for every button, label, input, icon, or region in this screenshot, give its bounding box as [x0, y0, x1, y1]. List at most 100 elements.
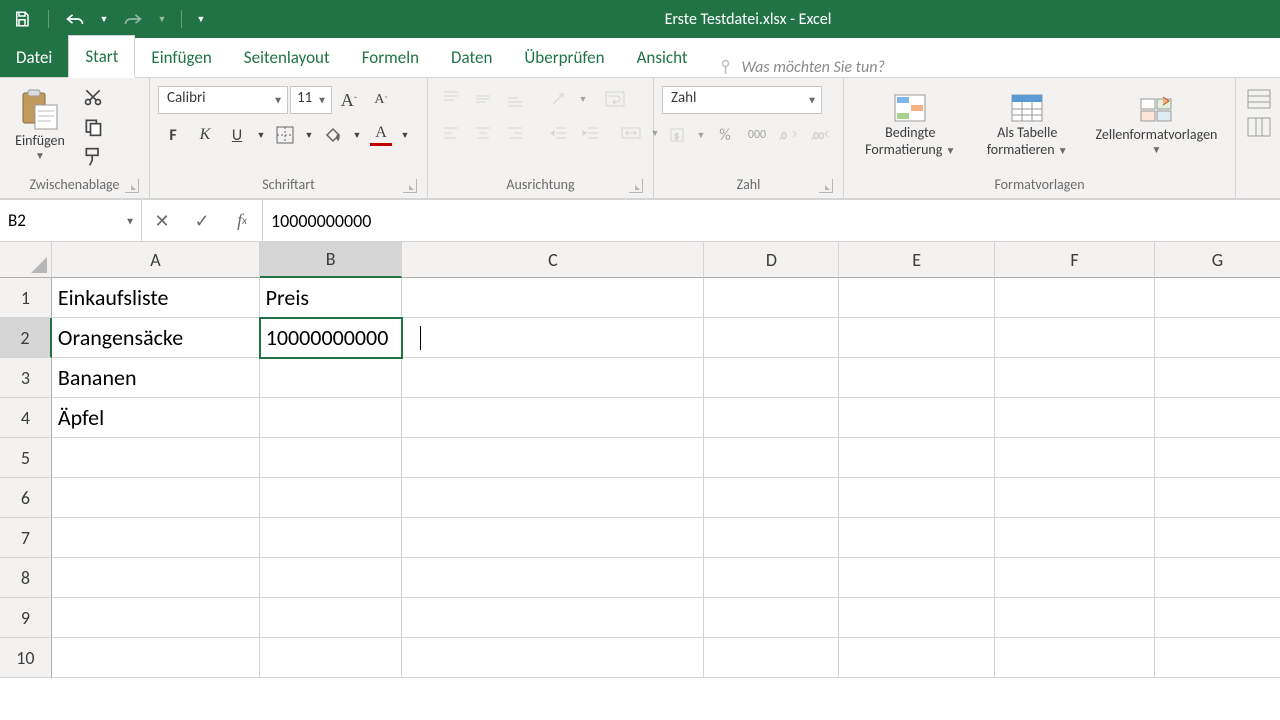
- font-size-combo[interactable]: 11▼: [290, 86, 332, 114]
- percent-button[interactable]: %: [710, 122, 740, 148]
- cell-A6[interactable]: [52, 478, 260, 518]
- cell-D4[interactable]: [704, 398, 839, 438]
- cell-G9[interactable]: [1155, 598, 1280, 638]
- col-header-F[interactable]: F: [995, 242, 1155, 278]
- number-dialog-launcher[interactable]: [819, 179, 833, 193]
- cell-C9[interactable]: [402, 598, 704, 638]
- tab-home[interactable]: Start: [68, 35, 135, 78]
- cell-F1[interactable]: [995, 278, 1155, 318]
- orientation-menu[interactable]: ▼: [576, 86, 590, 112]
- tab-view[interactable]: Ansicht: [621, 37, 704, 77]
- cell-F4[interactable]: [995, 398, 1155, 438]
- font-dialog-launcher[interactable]: [403, 179, 417, 193]
- cell-E5[interactable]: [839, 438, 995, 478]
- borders-button[interactable]: [270, 122, 300, 148]
- orientation-button[interactable]: [544, 86, 574, 112]
- fill-color-button[interactable]: [318, 122, 348, 148]
- tab-insert[interactable]: Einfügen: [135, 37, 227, 77]
- cancel-edit-button[interactable]: ✕: [142, 200, 182, 241]
- cell-A5[interactable]: [52, 438, 260, 478]
- cell-C6[interactable]: [402, 478, 704, 518]
- tab-page-layout[interactable]: Seitenlayout: [228, 37, 346, 77]
- cell-A4[interactable]: Äpfel: [52, 398, 260, 438]
- font-color-button[interactable]: A: [366, 122, 396, 148]
- row-header-5[interactable]: 5: [0, 438, 52, 478]
- cell-C1[interactable]: [402, 278, 704, 318]
- cell-D10[interactable]: [704, 638, 839, 678]
- cell-E4[interactable]: [839, 398, 995, 438]
- align-top-button[interactable]: [436, 86, 466, 112]
- clipboard-dialog-launcher[interactable]: [125, 179, 139, 193]
- bold-button[interactable]: F: [158, 122, 188, 148]
- cell-C4[interactable]: [402, 398, 704, 438]
- cell-B8[interactable]: [260, 558, 403, 598]
- cell-C10[interactable]: [402, 638, 704, 678]
- insert-function-button[interactable]: fx: [222, 200, 262, 241]
- cell-E10[interactable]: [839, 638, 995, 678]
- formula-input[interactable]: [271, 210, 1272, 232]
- cell-A9[interactable]: [52, 598, 260, 638]
- cell-B5[interactable]: [260, 438, 403, 478]
- paste-button[interactable]: Einfügen ▼: [8, 82, 72, 168]
- cell-D8[interactable]: [704, 558, 839, 598]
- font-name-combo[interactable]: Calibri▼: [158, 86, 288, 114]
- cell-B3[interactable]: [260, 358, 403, 398]
- cell-D7[interactable]: [704, 518, 839, 558]
- row-header-7[interactable]: 7: [0, 518, 52, 558]
- undo-menu[interactable]: ▼: [97, 5, 111, 33]
- cell-G8[interactable]: [1155, 558, 1280, 598]
- tab-file[interactable]: Datei: [0, 37, 68, 77]
- cell-C5[interactable]: [402, 438, 704, 478]
- cell-E8[interactable]: [839, 558, 995, 598]
- align-center-button[interactable]: [468, 120, 498, 146]
- tell-me-search[interactable]: Was möchten Sie tun?: [704, 58, 899, 77]
- cell-E1[interactable]: [839, 278, 995, 318]
- cell-F10[interactable]: [995, 638, 1155, 678]
- tab-review[interactable]: Überprüfen: [508, 37, 620, 77]
- format-as-table-button[interactable]: Als Tabelle formatieren ▼: [975, 82, 1080, 168]
- cell-F3[interactable]: [995, 358, 1155, 398]
- cell-B6[interactable]: [260, 478, 403, 518]
- cell-B9[interactable]: [260, 598, 403, 638]
- borders-menu[interactable]: ▼: [302, 122, 316, 148]
- cell-G5[interactable]: [1155, 438, 1280, 478]
- cell-A8[interactable]: [52, 558, 260, 598]
- cell-G2[interactable]: [1155, 318, 1280, 358]
- cell-D1[interactable]: [704, 278, 839, 318]
- align-bottom-button[interactable]: [500, 86, 530, 112]
- cell-F9[interactable]: [995, 598, 1155, 638]
- cell-G1[interactable]: [1155, 278, 1280, 318]
- row-header-8[interactable]: 8: [0, 558, 52, 598]
- cell-D5[interactable]: [704, 438, 839, 478]
- number-format-combo[interactable]: Zahl▼: [662, 86, 822, 114]
- col-header-A[interactable]: A: [52, 242, 260, 278]
- cell-D2[interactable]: [704, 318, 839, 358]
- cell-B1[interactable]: Preis: [260, 278, 403, 318]
- grow-font-button[interactable]: Aˆ: [334, 87, 364, 113]
- comma-button[interactable]: 000: [742, 122, 772, 148]
- alignment-dialog-launcher[interactable]: [629, 179, 643, 193]
- cell-F5[interactable]: [995, 438, 1155, 478]
- cell-B2[interactable]: 10000000000: [260, 318, 403, 358]
- copy-button[interactable]: [78, 114, 108, 140]
- cell-C3[interactable]: [402, 358, 704, 398]
- qat-customize[interactable]: ▼: [194, 5, 208, 33]
- cell-F2[interactable]: [995, 318, 1155, 358]
- cell-G3[interactable]: [1155, 358, 1280, 398]
- format-painter-button[interactable]: [78, 144, 108, 170]
- confirm-edit-button[interactable]: ✓: [182, 200, 222, 241]
- name-box[interactable]: ▼: [0, 200, 142, 241]
- cell-B4[interactable]: [260, 398, 403, 438]
- cell-A1[interactable]: Einkaufsliste: [52, 278, 260, 318]
- cell-G6[interactable]: [1155, 478, 1280, 518]
- cell-B10[interactable]: [260, 638, 403, 678]
- merge-menu[interactable]: ▼: [648, 120, 662, 146]
- row-header-3[interactable]: 3: [0, 358, 52, 398]
- cell-G10[interactable]: [1155, 638, 1280, 678]
- col-header-C[interactable]: C: [402, 242, 704, 278]
- cell-D6[interactable]: [704, 478, 839, 518]
- redo-button[interactable]: [119, 5, 147, 33]
- col-header-G[interactable]: G: [1155, 242, 1280, 278]
- cut-button[interactable]: [78, 84, 108, 110]
- col-header-E[interactable]: E: [839, 242, 995, 278]
